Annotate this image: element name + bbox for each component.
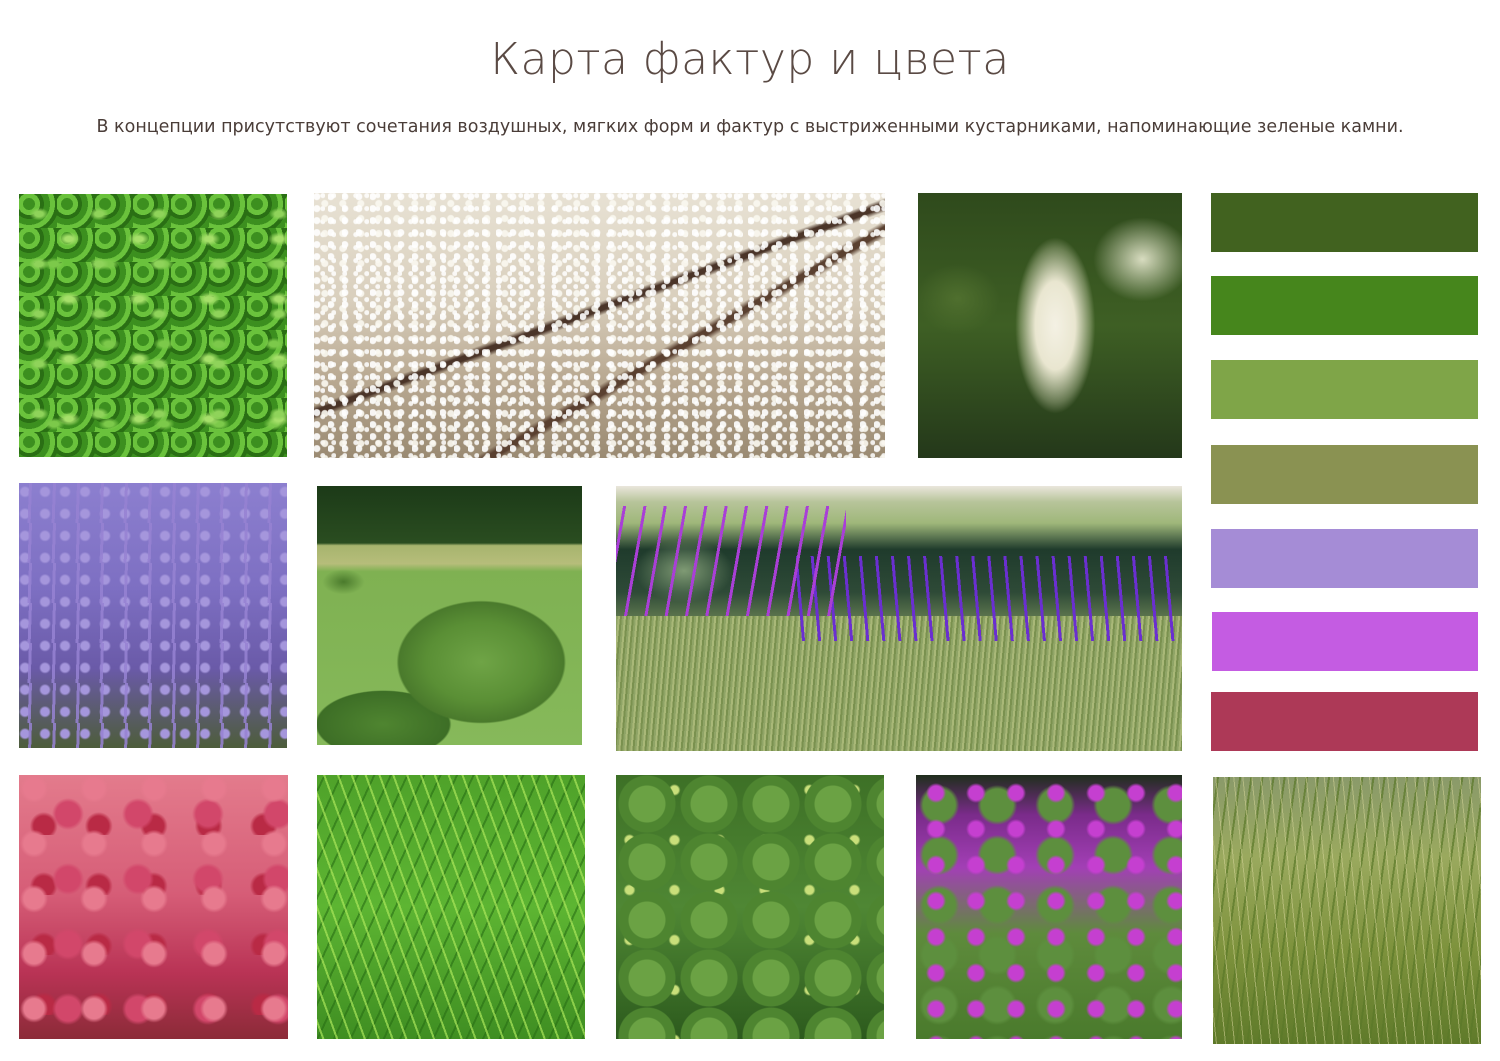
color-swatch-light-green bbox=[1211, 360, 1478, 419]
photo-glossy-shrub-foliage bbox=[19, 194, 287, 457]
color-swatch-raspberry bbox=[1211, 692, 1478, 751]
photo-lady-mantle bbox=[616, 775, 884, 1039]
photo-ornamental-grass bbox=[1213, 777, 1481, 1044]
photo-garden-pond-salvia bbox=[616, 486, 1182, 751]
color-swatch-green bbox=[1211, 276, 1478, 335]
color-swatch-magenta bbox=[1212, 612, 1478, 671]
photo-white-astilbe bbox=[918, 193, 1182, 458]
photo-pink-sedum bbox=[19, 775, 288, 1039]
photo-white-blossom-tree bbox=[314, 193, 885, 458]
page-subtitle: В концепции присутствуют сочетания возду… bbox=[96, 117, 1404, 137]
photo-purple-catmint bbox=[19, 483, 287, 748]
color-swatch-lavender bbox=[1211, 529, 1478, 588]
photo-clipped-topiary bbox=[317, 486, 582, 745]
color-swatch-olive bbox=[1211, 445, 1478, 504]
photo-lawn-grass bbox=[317, 775, 585, 1039]
color-swatch-dark-green bbox=[1211, 193, 1478, 252]
photo-magenta-geranium bbox=[916, 775, 1182, 1039]
page-title: Карта фактур и цвета bbox=[490, 34, 1010, 85]
